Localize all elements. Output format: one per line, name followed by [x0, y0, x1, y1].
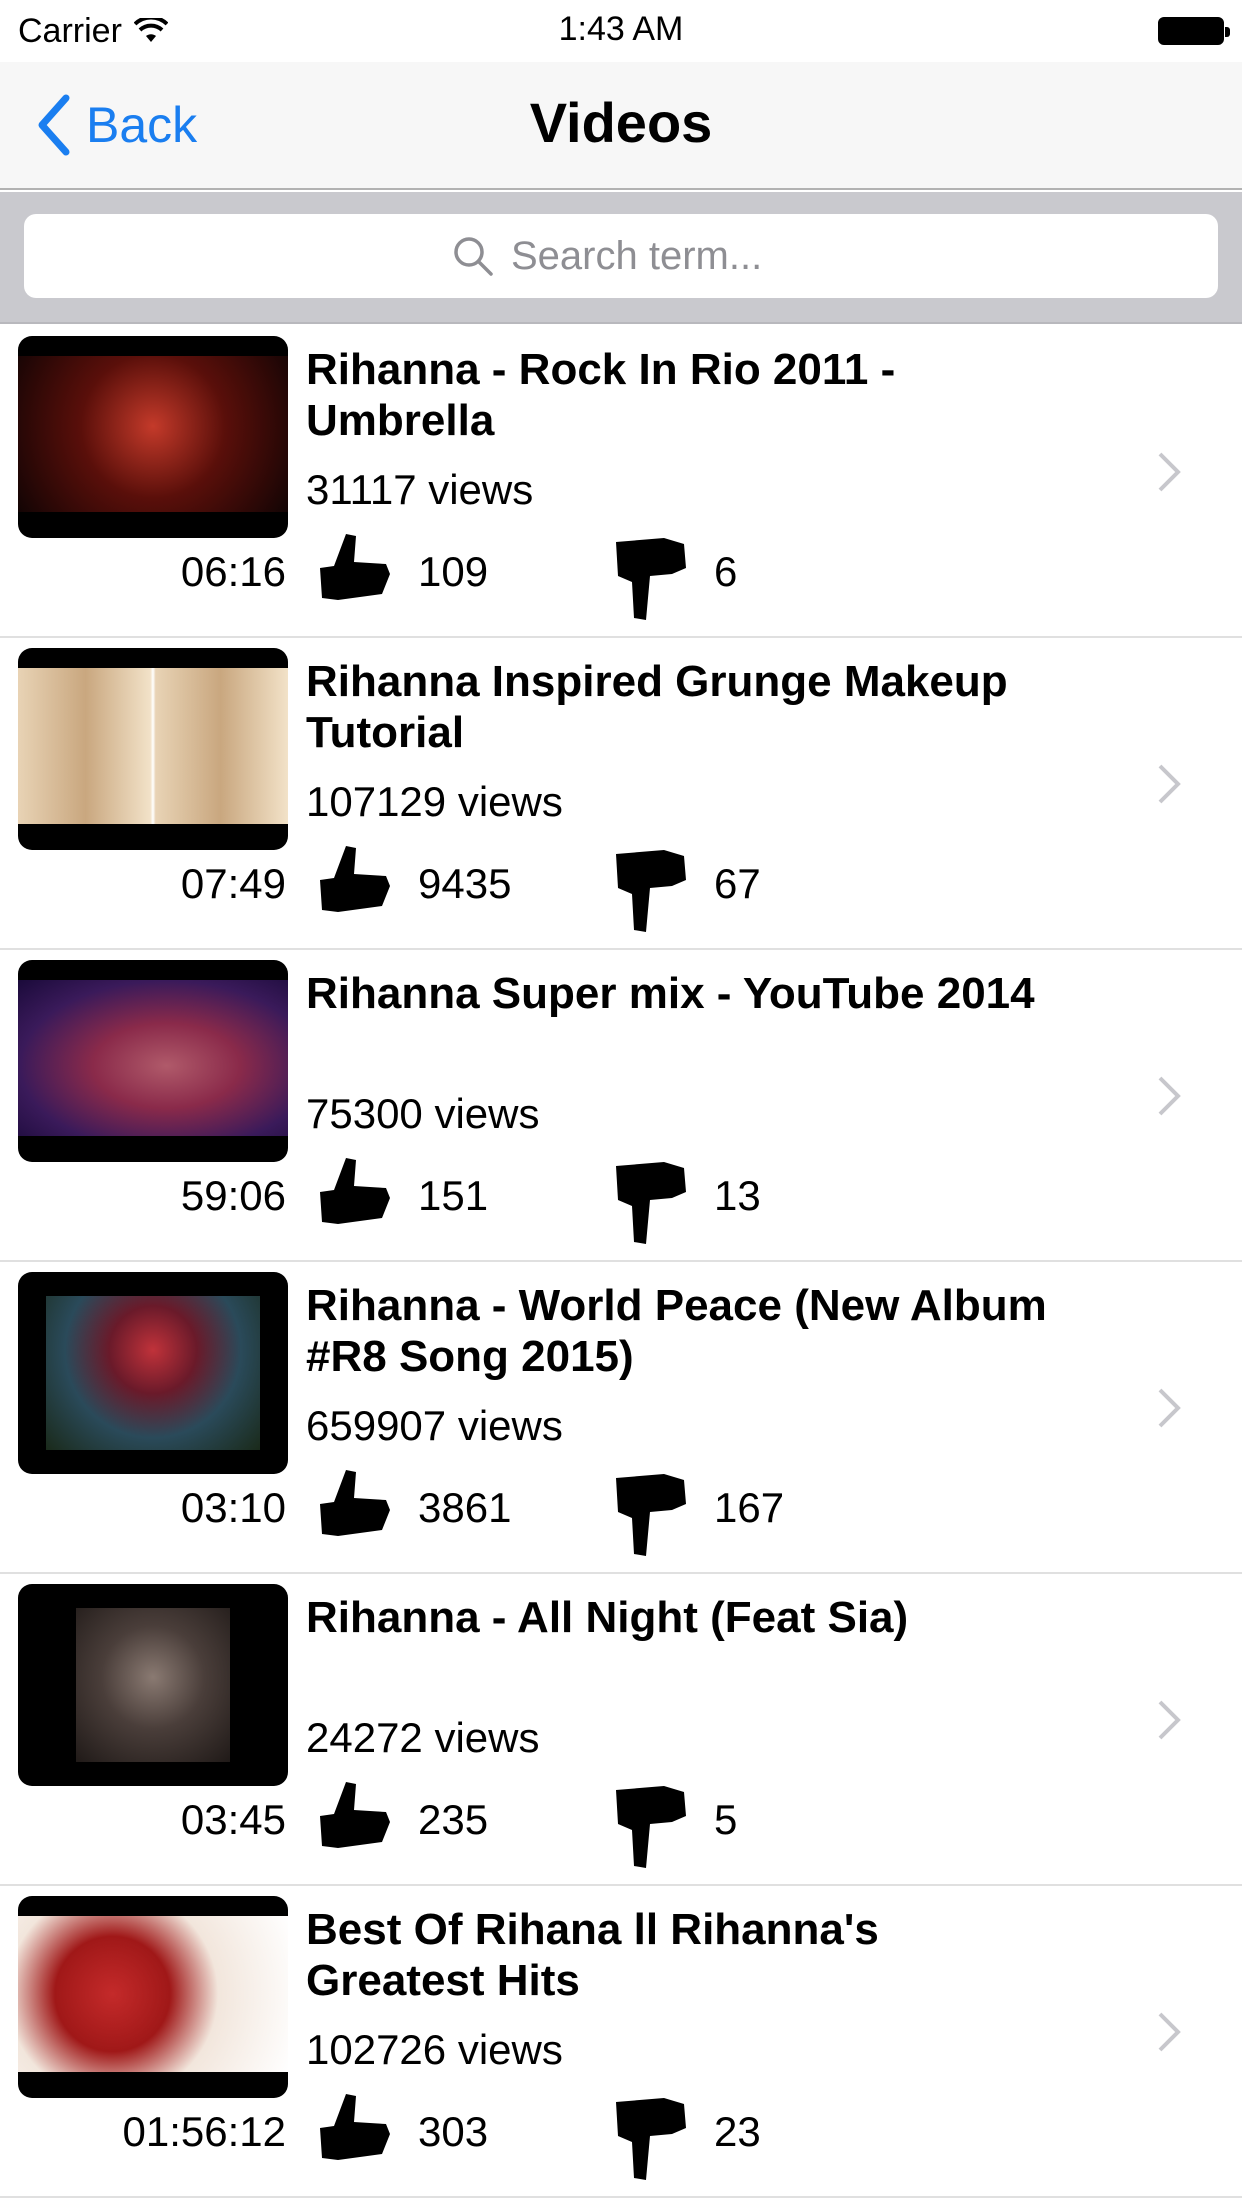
- like-count: 151: [418, 1172, 489, 1219]
- video-row[interactable]: 03:45 Rihanna - All Night (Feat Sia) 242…: [0, 1574, 1242, 1886]
- dislike-count: 5: [714, 1796, 738, 1843]
- video-duration: 03:45: [180, 1796, 286, 1843]
- page-title: Videos: [529, 91, 713, 154]
- thumbs-down-icon: [616, 1162, 686, 1244]
- video-row[interactable]: 06:16 Rihanna - Rock In Rio 2011 - Umbre…: [0, 326, 1242, 638]
- video-duration: 06:16: [180, 548, 286, 595]
- view-count: 75300 views: [306, 1090, 540, 1137]
- video-duration: 03:10: [180, 1484, 286, 1531]
- video-thumbnail: [18, 336, 288, 538]
- video-row[interactable]: 03:10 Rihanna - World Peace (New Album #…: [0, 1262, 1242, 1574]
- video-title: Rihanna - World Peace (New Album #R8 Son…: [306, 1281, 1047, 1381]
- view-count: 102726 views: [306, 2026, 563, 2073]
- dislike-count: 13: [714, 1172, 761, 1219]
- video-thumbnail: [18, 1272, 288, 1474]
- clock: 1:43 AM: [558, 10, 684, 48]
- video-list: 06:16 Rihanna - Rock In Rio 2011 - Umbre…: [0, 326, 1242, 2198]
- search-field[interactable]: [24, 214, 1218, 298]
- thumbs-up-icon: [320, 1158, 390, 1224]
- dislike-count: 23: [714, 2108, 761, 2155]
- search-bar: [0, 192, 1242, 324]
- video-thumbnail: [18, 960, 288, 1162]
- status-bar: Carrier 1:43 AM: [0, 0, 1242, 62]
- video-title: Best Of Rihana ll Rihanna's Greatest Hit…: [306, 1905, 879, 2005]
- thumbs-up-icon: [320, 1470, 390, 1536]
- thumbs-down-icon: [616, 1474, 686, 1556]
- video-row[interactable]: 07:49 Rihanna Inspired Grunge Makeup Tut…: [0, 638, 1242, 950]
- view-count: 659907 views: [306, 1402, 563, 1449]
- like-count: 9435: [418, 860, 512, 907]
- video-title: Rihanna - All Night (Feat Sia): [306, 1593, 909, 1642]
- chevron-right-icon: [1158, 1700, 1181, 1740]
- thumbs-up-icon: [320, 1782, 390, 1848]
- search-input[interactable]: [511, 233, 791, 279]
- thumbs-down-icon: [616, 538, 686, 620]
- video-thumbnail: [18, 1896, 288, 2098]
- thumbs-up-icon: [320, 534, 390, 600]
- view-count: 107129 views: [306, 778, 563, 825]
- video-row[interactable]: 01:56:12 Best Of Rihana ll Rihanna's Gre…: [0, 1886, 1242, 2198]
- navigation-bar: Back Videos: [0, 62, 1242, 190]
- chevron-right-icon: [1158, 764, 1181, 804]
- video-title: Rihanna Inspired Grunge Makeup Tutorial: [306, 657, 1008, 757]
- video-title: Rihanna Super mix - YouTube 2014: [306, 969, 1035, 1018]
- chevron-right-icon: [1158, 452, 1181, 492]
- chevron-right-icon: [1158, 1076, 1181, 1116]
- dislike-count: 167: [714, 1484, 785, 1531]
- video-title: Rihanna - Rock In Rio 2011 - Umbrella: [306, 345, 896, 445]
- thumbs-down-icon: [616, 850, 686, 932]
- like-count: 235: [418, 1796, 489, 1843]
- dislike-count: 67: [714, 860, 761, 907]
- thumbs-down-icon: [616, 2098, 686, 2180]
- dislike-count: 6: [714, 548, 738, 595]
- video-row[interactable]: 59:06 Rihanna Super mix - YouTube 2014 7…: [0, 950, 1242, 1262]
- video-duration: 59:06: [180, 1172, 286, 1219]
- chevron-right-icon: [1158, 1388, 1181, 1428]
- chevron-right-icon: [1158, 2012, 1181, 2052]
- battery-icon: [1158, 17, 1230, 45]
- like-count: 3861: [418, 1484, 512, 1531]
- like-count: 303: [418, 2108, 489, 2155]
- video-duration: 01:56:12: [122, 2108, 287, 2155]
- search-icon: [454, 237, 493, 276]
- thumbs-up-icon: [320, 2094, 390, 2160]
- like-count: 109: [418, 548, 489, 595]
- view-count: 31117 views: [306, 466, 534, 513]
- thumbs-up-icon: [320, 846, 390, 912]
- video-thumbnail: [18, 1584, 288, 1786]
- view-count: 24272 views: [306, 1714, 540, 1761]
- thumbs-down-icon: [616, 1786, 686, 1868]
- video-thumbnail: [18, 648, 288, 850]
- video-duration: 07:49: [180, 860, 286, 907]
